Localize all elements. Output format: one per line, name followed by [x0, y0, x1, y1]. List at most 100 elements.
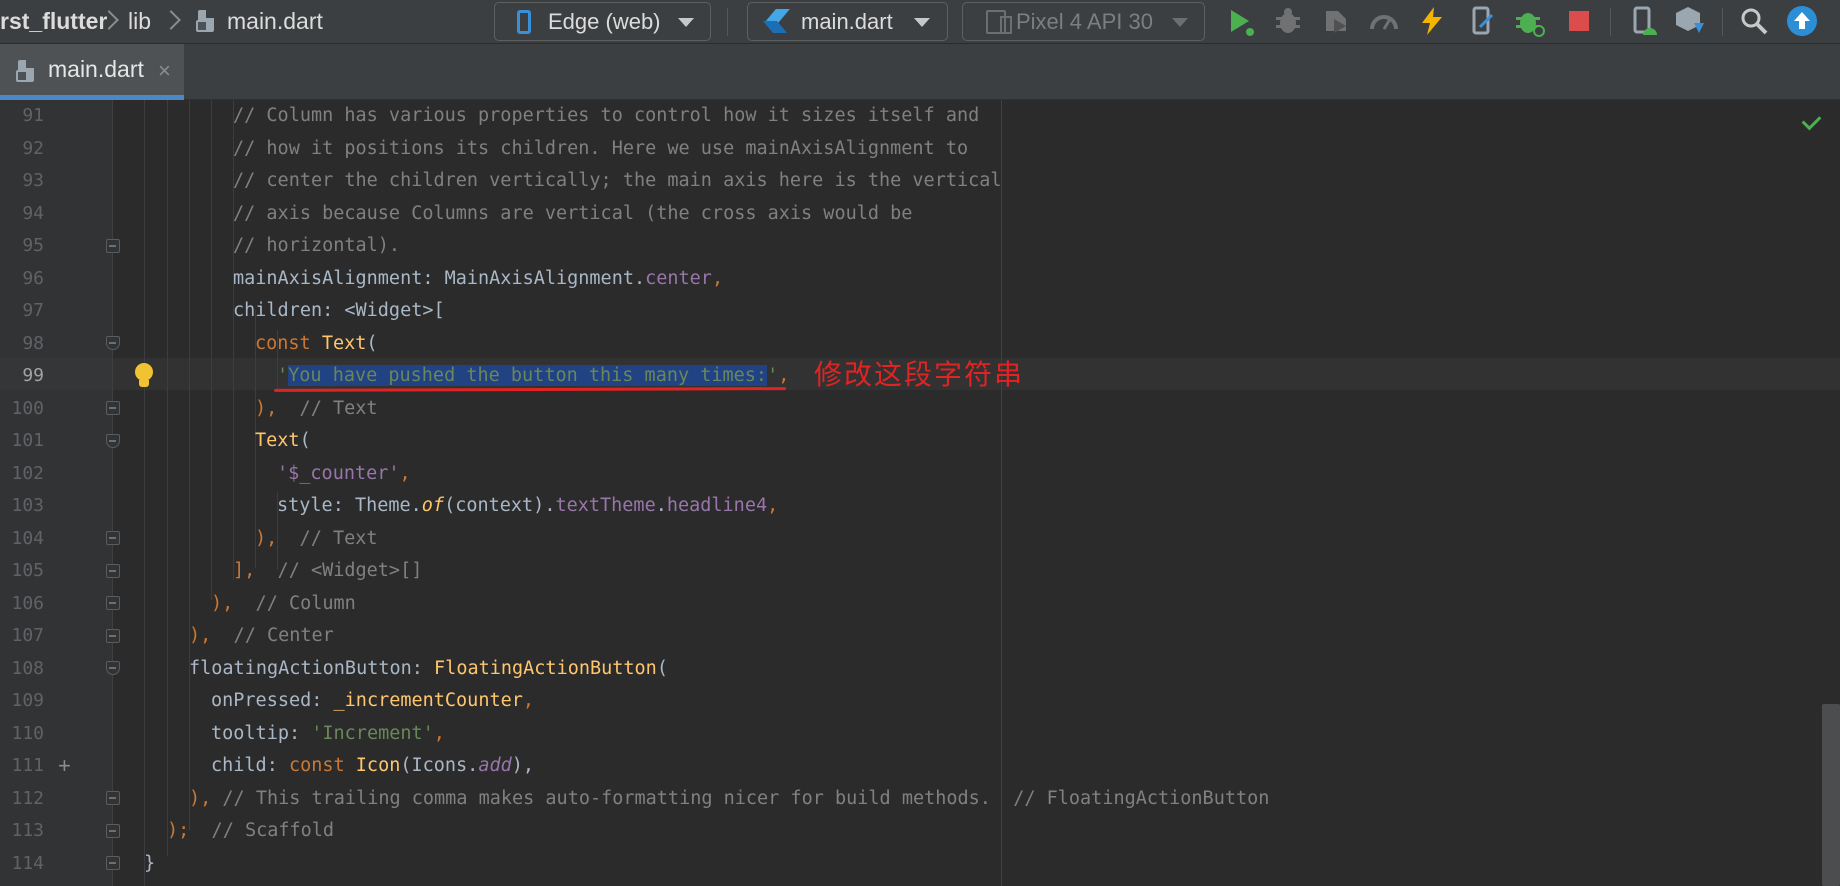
flutter-inspector-icon[interactable] — [1514, 5, 1546, 37]
line-number: 102 — [11, 462, 44, 484]
code-comment: // axis because Columns are vertical (th… — [233, 202, 913, 224]
lightbulb-icon[interactable] — [133, 363, 155, 389]
breadcrumb-folder[interactable]: lib — [128, 0, 151, 44]
fold-icon[interactable] — [106, 629, 120, 643]
line-number: 112 — [11, 787, 44, 809]
avd-manager-icon[interactable] — [1627, 5, 1659, 37]
fold-icon[interactable] — [106, 564, 120, 578]
device-manager-icon[interactable] — [1466, 5, 1498, 37]
code-token: (context). — [444, 495, 556, 516]
line-number: 94 — [22, 202, 44, 224]
code-editor[interactable]: 91 92 93 94 95 96 97 98 99 100 101 102 1… — [0, 100, 1840, 886]
line-number: 98 — [22, 332, 44, 354]
fold-icon[interactable] — [106, 531, 120, 545]
close-icon[interactable]: × — [158, 58, 171, 84]
file-dart-icon — [196, 8, 218, 34]
update-icon[interactable] — [1786, 5, 1818, 37]
code-line-102: '$_counter', — [277, 458, 411, 490]
emulator-selector[interactable]: Pixel 4 API 30 — [962, 2, 1205, 41]
tab-main-dart[interactable]: main.dart × — [0, 44, 184, 100]
sdk-manager-icon[interactable] — [1674, 5, 1706, 37]
code-comment: // Center — [211, 625, 334, 646]
code-token: ), — [255, 397, 278, 419]
fold-icon[interactable] — [106, 661, 120, 675]
fold-icon[interactable] — [106, 239, 120, 253]
fold-icon[interactable] — [106, 824, 120, 838]
line-number: 108 — [11, 657, 44, 679]
fold-icon[interactable] — [106, 336, 120, 350]
code-line-113: ); // Scaffold — [167, 815, 334, 847]
plus-icon[interactable]: + — [58, 755, 71, 777]
code-token: ( — [366, 332, 378, 354]
fold-icon[interactable] — [106, 401, 120, 415]
profile-icon[interactable] — [1320, 5, 1352, 37]
code-token: child: — [211, 755, 289, 776]
vertical-scrollbar-thumb[interactable] — [1822, 704, 1840, 886]
run-icon[interactable] — [1224, 5, 1256, 37]
code-comment: // center the children vertically; the m… — [233, 170, 1002, 191]
code-token: , — [778, 365, 790, 386]
code-line-95: // horizontal). — [233, 230, 400, 262]
breadcrumb-project[interactable]: rst_flutter — [0, 0, 107, 44]
fold-icon[interactable] — [106, 596, 120, 610]
code-line-111: child: const Icon(Icons.add), — [211, 750, 534, 782]
code-token: , — [767, 495, 779, 516]
device-icon — [986, 10, 1012, 34]
code-line-93: // center the children vertically; the m… — [233, 165, 1002, 197]
editor-tab-bar: main.dart × — [0, 44, 1840, 100]
debug-icon[interactable] — [1272, 5, 1304, 37]
code-line-108: floatingActionButton: FloatingActionButt… — [189, 653, 668, 685]
code-line-104: ), // Text — [255, 523, 378, 555]
fold-icon[interactable] — [106, 856, 120, 870]
line-number: 107 — [11, 625, 44, 646]
right-margin-guide — [1001, 100, 1002, 886]
chevron-down-icon — [678, 18, 694, 27]
flutter-dart-icon — [762, 9, 790, 33]
phone-icon — [517, 10, 531, 34]
line-number: 106 — [11, 592, 44, 614]
code-line-114: } — [144, 848, 155, 880]
code-token: ( — [656, 657, 668, 679]
selected-string[interactable]: You have pushed the button this many tim… — [288, 365, 768, 386]
indent-guide — [144, 100, 145, 886]
fold-icon[interactable] — [106, 791, 120, 805]
checkmark-icon[interactable] — [1804, 112, 1826, 126]
code-token: center — [645, 267, 712, 289]
fold-icon[interactable] — [106, 434, 120, 448]
code-comment: // Column — [233, 592, 356, 614]
code-comment: // horizontal). — [233, 235, 401, 256]
code-line-112: ), // This trailing comma makes auto-for… — [189, 783, 1269, 815]
search-icon[interactable] — [1738, 5, 1770, 37]
code-token: floatingActionButton: — [189, 657, 435, 679]
code-token: style: Theme. — [277, 495, 422, 516]
code-token: Icon — [355, 755, 401, 776]
coverage-icon[interactable] — [1368, 5, 1400, 37]
code-token: ), — [189, 787, 212, 809]
code-line-96: mainAxisAlignment: MainAxisAlignment.cen… — [233, 263, 723, 295]
breadcrumb-file[interactable]: main.dart — [227, 0, 323, 44]
chevron-down-icon — [1172, 18, 1188, 27]
line-number: 96 — [22, 267, 44, 289]
code-line-91: // Column has various properties to cont… — [233, 100, 979, 132]
code-token: onPressed: — [211, 690, 334, 711]
code-line-92: // how it positions its children. Here w… — [233, 133, 968, 165]
stop-icon[interactable] — [1563, 5, 1595, 37]
code-token: , — [522, 690, 535, 711]
line-number: 109 — [11, 690, 44, 711]
code-comment: // This trailing comma makes auto-format… — [211, 787, 1270, 809]
hot-reload-icon[interactable] — [1416, 5, 1448, 37]
emulator-label: Pixel 4 API 30 — [1016, 9, 1153, 34]
code-token: 'Increment' — [311, 722, 434, 744]
code-token: , — [711, 267, 724, 289]
code-comment: // Text — [277, 527, 378, 549]
code-line-98: const Text( — [255, 328, 378, 360]
run-configuration-selector[interactable]: main.dart — [747, 2, 948, 41]
device-selector[interactable]: Edge (web) — [494, 2, 711, 41]
code-line-105: ], // <Widget>[] — [233, 555, 422, 587]
device-selector-label: Edge (web) — [548, 9, 661, 34]
annotation-text: 修改这段字符串 — [814, 358, 1025, 391]
toolbar-divider — [727, 8, 728, 36]
code-token: headline4 — [666, 495, 768, 516]
code-line-107: ), // Center — [189, 620, 334, 652]
tab-label: main.dart — [48, 56, 144, 82]
